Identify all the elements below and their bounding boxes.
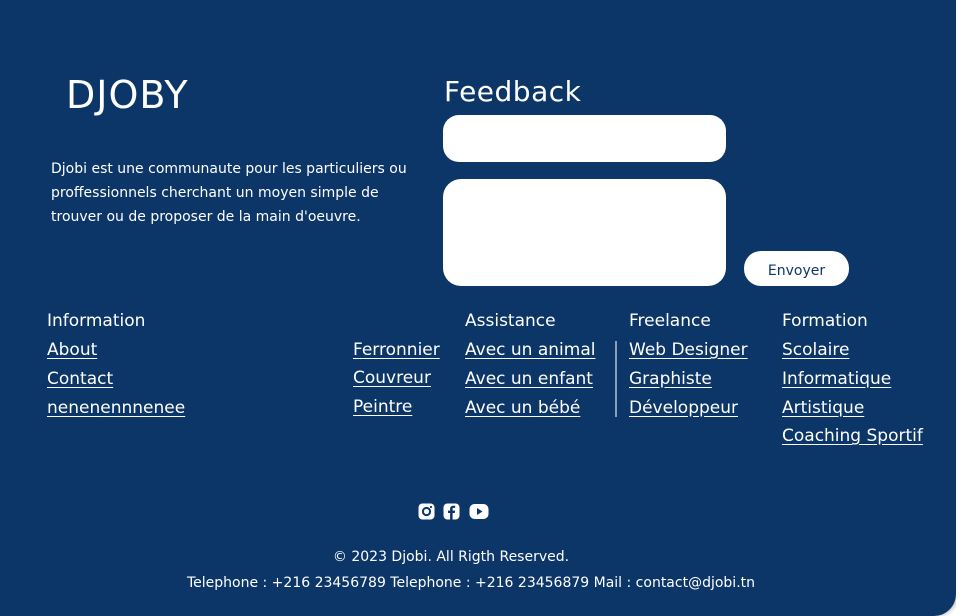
youtube-icon[interactable] [469,503,489,520]
link-graphiste[interactable]: Graphiste [629,368,712,390]
feedback-name-input[interactable] [443,115,726,162]
send-button[interactable]: Envoyer [744,251,849,286]
link-avec-un-animal[interactable]: Avec un animal [465,339,595,361]
link-ferronnier[interactable]: Ferronnier [353,339,440,361]
link-couvreur[interactable]: Couvreur [353,367,431,389]
link-avec-un-bebe[interactable]: Avec un bébé [465,397,580,419]
link-contact[interactable]: Contact [47,368,113,390]
link-developpeur[interactable]: Développeur [629,397,738,419]
link-web-designer[interactable]: Web Designer [629,339,748,361]
brand-logo[interactable]: DJOBY [66,72,189,118]
contact-info: Telephone : +216 23456789 Telephone : +2… [186,575,756,591]
link-scolaire[interactable]: Scolaire [782,339,849,361]
information-title: Information [47,311,146,331]
column-divider [615,341,617,417]
link-artistique[interactable]: Artistique [782,397,864,419]
brand-description: Djobi est une communaute pour les partic… [51,161,407,225]
site-footer: DJOBY Djobi est une communaute pour les … [0,0,956,616]
link-avec-un-enfant[interactable]: Avec un enfant [465,368,593,390]
assistance-title: Assistance [465,311,556,331]
formation-title: Formation [782,311,868,331]
feedback-message-input[interactable] [443,179,726,286]
freelance-title: Freelance [629,311,711,331]
link-about[interactable]: About [47,339,97,361]
feedback-title: Feedback [444,75,582,108]
instagram-icon[interactable] [418,503,435,520]
link-coaching-sportif[interactable]: Coaching Sportif [782,425,923,447]
copyright: © 2023 Djobi. All Rigth Reserved. [332,549,570,565]
link-nenenennnenee[interactable]: nenenennnenee [47,397,185,419]
scrollbar-track[interactable] [956,0,962,616]
link-informatique[interactable]: Informatique [782,368,891,390]
facebook-icon[interactable] [443,503,460,520]
link-peintre[interactable]: Peintre [353,396,412,418]
